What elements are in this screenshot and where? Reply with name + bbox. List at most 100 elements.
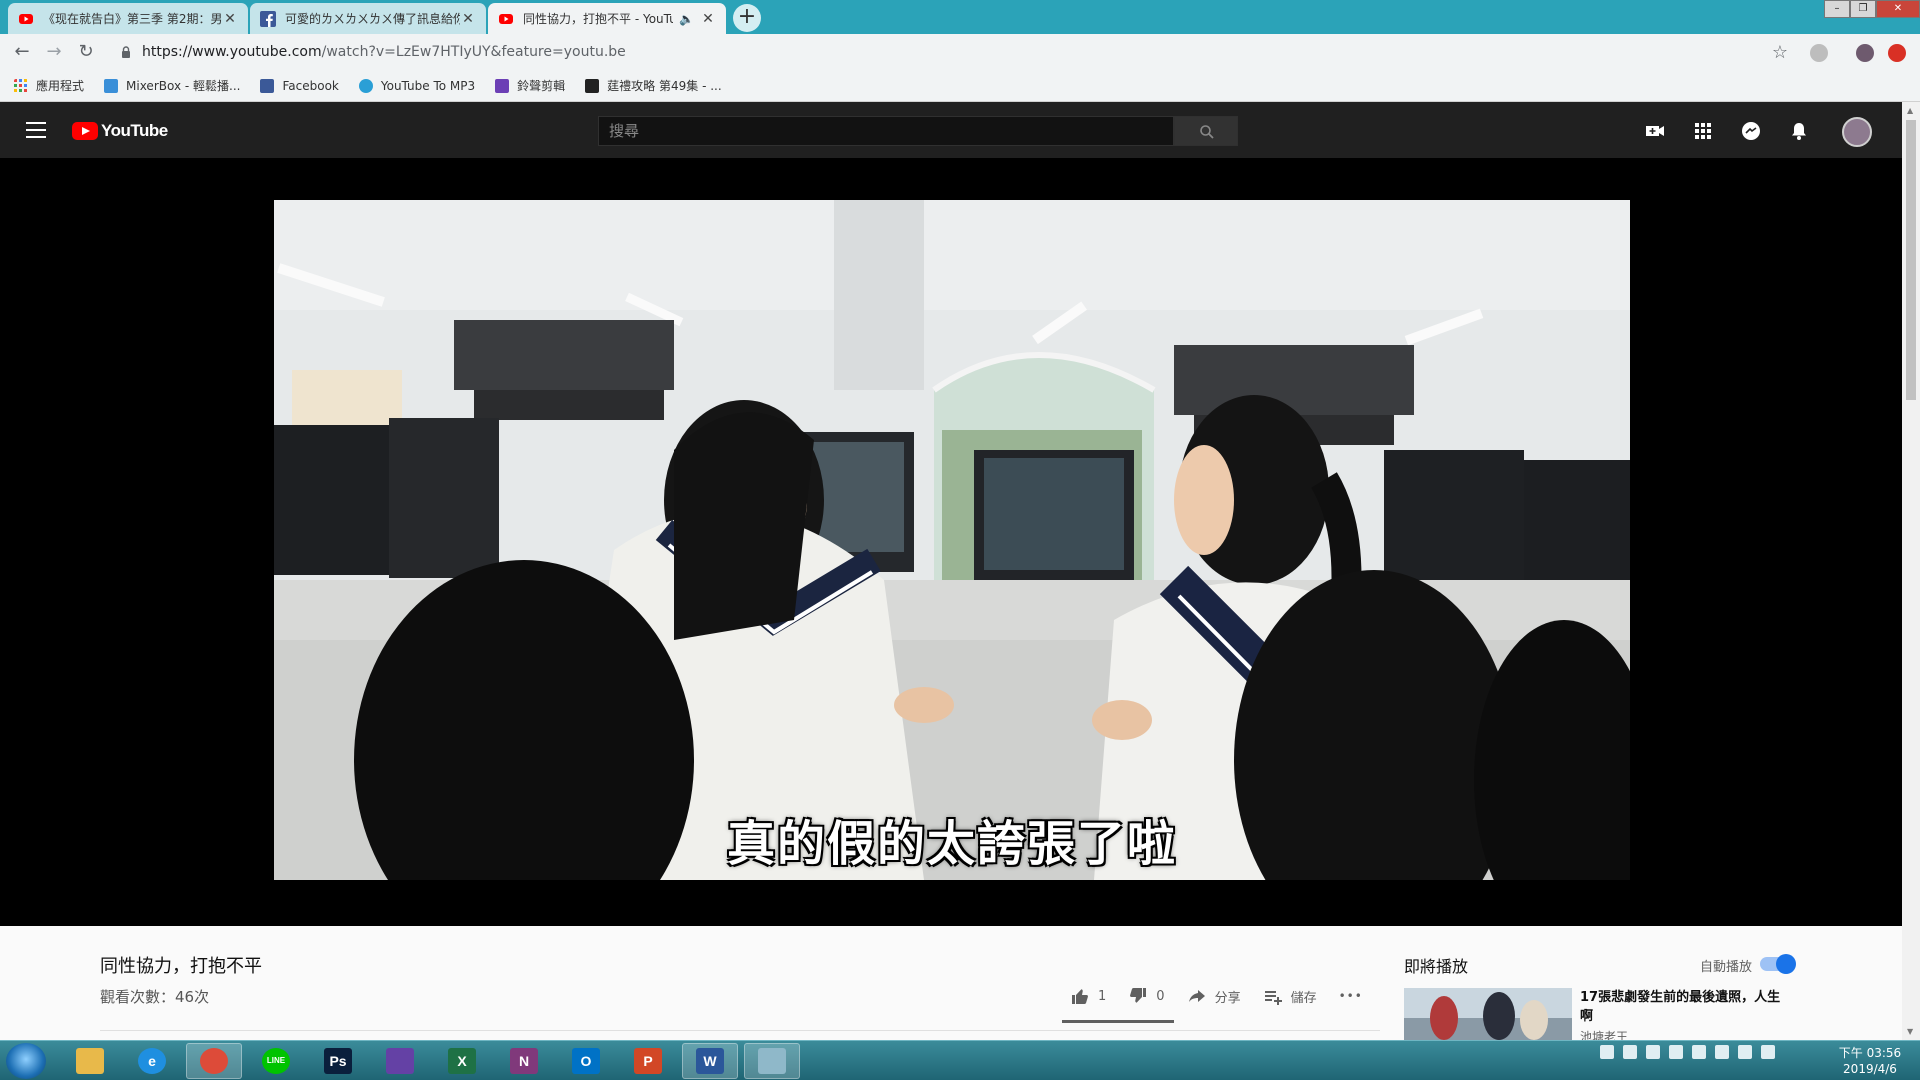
scroll-down-arrow-icon[interactable]: ▼: [1907, 1027, 1913, 1036]
minimize-button[interactable]: –: [1824, 0, 1850, 18]
clock[interactable]: 下午 03:56 2019/4/6: [1830, 1045, 1910, 1077]
create-video-icon[interactable]: [1644, 120, 1666, 142]
windows-taskbar: e LINE Ps X N O P W 下午 03:56 2019/4/6: [0, 1040, 1920, 1080]
messages-icon[interactable]: [1740, 120, 1762, 142]
photoshop-icon: Ps: [324, 1048, 352, 1074]
reload-icon[interactable]: ↻: [74, 40, 98, 64]
tab-title: 《现在就告白》第三季 第2期：男...: [43, 12, 222, 26]
taskbar-photoshop-button[interactable]: Ps: [310, 1043, 366, 1079]
onenote-icon: N: [510, 1048, 538, 1074]
url-text: https://www.youtube.com/watch?v=LzEw7HTI…: [142, 44, 626, 60]
speaker-icon[interactable]: 🔈: [679, 12, 694, 26]
more-icon: •••: [1338, 989, 1363, 1003]
taskbar-powerpoint-button[interactable]: P: [620, 1043, 676, 1079]
save-button[interactable]: 儲存: [1263, 986, 1317, 1006]
taskbar-ie-button[interactable]: e: [124, 1043, 180, 1079]
close-tab-icon[interactable]: ✕: [460, 11, 476, 27]
network-icon[interactable]: [1761, 1045, 1775, 1059]
taskbar-app-button[interactable]: [744, 1043, 800, 1079]
share-label: 分享: [1214, 990, 1241, 1006]
recommended-thumbnail[interactable]: [1404, 988, 1572, 1040]
taskbar-chrome-button[interactable]: [186, 1043, 242, 1079]
line-icon: LINE: [262, 1048, 290, 1074]
internet-explorer-icon: e: [138, 1048, 166, 1074]
bookmark-facebook[interactable]: Facebook: [260, 78, 339, 93]
recommended-title[interactable]: 17張悲劇發生前的最後遺照，人生啊: [1580, 988, 1790, 1026]
browser-tab-2[interactable]: 可愛的ㄌㄨㄌㄨㄌㄨ傳了訊息給你... ✕: [250, 3, 486, 34]
ringtone-icon: [495, 78, 510, 93]
tray-icon[interactable]: [1669, 1045, 1683, 1059]
profile-icon[interactable]: [1856, 44, 1874, 62]
dislike-button[interactable]: 0: [1128, 986, 1165, 1006]
thumbs-up-icon: [1072, 989, 1088, 1004]
flag-icon[interactable]: [1738, 1045, 1752, 1059]
folder-icon: [76, 1048, 104, 1074]
bookmark-label: 莛禮攻略 第49集 - ...: [607, 79, 722, 93]
search-input[interactable]: 搜尋: [598, 116, 1174, 146]
youtube-header: YouTube 搜尋: [0, 102, 1902, 158]
scroll-up-arrow-icon[interactable]: ▲: [1907, 106, 1913, 115]
tab-title: 同性協力，打抱不平 - YouTu: [523, 12, 674, 26]
menu-icon[interactable]: [26, 122, 46, 138]
bookmark-label: 應用程式: [36, 79, 85, 93]
close-tab-icon[interactable]: ✕: [700, 11, 716, 27]
browser-tab-1[interactable]: 《现在就告白》第三季 第2期：男... ✕: [8, 3, 248, 34]
search-icon: [1200, 125, 1214, 139]
bookmark-label: 鈴聲剪輯: [517, 79, 566, 93]
taskbar-excel-button[interactable]: X: [434, 1043, 490, 1079]
video-actions: 1 0 分享 儲存 •••: [1070, 986, 1385, 1006]
avatar[interactable]: [1842, 117, 1872, 147]
autoplay-toggle[interactable]: [1760, 954, 1796, 974]
bookmark-star-icon[interactable]: ☆: [1772, 42, 1788, 63]
back-arrow-icon[interactable]: ←: [10, 40, 34, 64]
more-actions-button[interactable]: •••: [1339, 989, 1363, 1003]
taskbar-explorer-button[interactable]: [62, 1043, 118, 1079]
divider: [100, 1030, 1380, 1031]
adblock-icon[interactable]: [1888, 44, 1906, 62]
like-button[interactable]: 1: [1070, 986, 1106, 1006]
start-button[interactable]: [6, 1043, 46, 1079]
address-bar[interactable]: https://www.youtube.com/watch?v=LzEw7HTI…: [108, 38, 1798, 66]
bookmark-apps[interactable]: 應用程式: [14, 77, 84, 94]
notifications-bell-icon[interactable]: [1788, 120, 1810, 142]
page-scrollbar[interactable]: ▲ ▼: [1902, 102, 1920, 1040]
youtube-icon: [499, 13, 513, 24]
tab-strip: 《现在就告白》第三季 第2期：男... ✕ 可愛的ㄌㄨㄌㄨㄌㄨ傳了訊息給你...…: [0, 0, 1920, 34]
autoplay-label: 自動播放: [1700, 960, 1753, 975]
share-button[interactable]: 分享: [1187, 986, 1241, 1006]
youtube-logo[interactable]: YouTube: [72, 121, 168, 141]
bookmark-youtube-to-mp3[interactable]: YouTube To MP3: [358, 78, 475, 93]
url-path: /watch?v=LzEw7HTIyUY&feature=youtu.be: [321, 44, 626, 60]
help-icon[interactable]: [1692, 1045, 1706, 1059]
speaker-icon[interactable]: [1715, 1045, 1729, 1059]
taskbar-word-button[interactable]: W: [682, 1043, 738, 1079]
maximize-button[interactable]: ❐: [1850, 0, 1876, 18]
apps-icon[interactable]: [1692, 120, 1714, 142]
ime-icon[interactable]: [1623, 1045, 1637, 1059]
scrollbar-thumb[interactable]: [1906, 120, 1916, 400]
taskbar-outlook-button[interactable]: O: [558, 1043, 614, 1079]
video-player[interactable]: 真的假的太誇張了啦: [0, 158, 1902, 926]
extension-icon[interactable]: [1810, 44, 1828, 62]
close-tab-icon[interactable]: ✕: [222, 11, 238, 27]
bookmark-ringtone[interactable]: 鈴聲剪輯: [495, 77, 565, 94]
video-frame[interactable]: 真的假的太誇張了啦: [274, 200, 1630, 880]
window-close-button[interactable]: ✕: [1876, 0, 1920, 18]
forward-arrow-icon[interactable]: →: [42, 40, 66, 64]
taskbar-onenote-button[interactable]: N: [496, 1043, 552, 1079]
browser-toolbar: ← → ↻ https://www.youtube.com/watch?v=Lz…: [0, 34, 1920, 70]
tray-icon[interactable]: [1646, 1045, 1660, 1059]
new-tab-button[interactable]: +: [733, 4, 761, 32]
taskbar-line-button[interactable]: LINE: [248, 1043, 304, 1079]
like-ratio-bar: [1062, 1020, 1174, 1023]
search-button[interactable]: [1174, 116, 1238, 146]
browser-tab-3[interactable]: 同性協力，打抱不平 - YouTu 🔈 ✕: [488, 3, 726, 34]
like-ratio-fill: [1062, 1020, 1174, 1023]
bookmark-video[interactable]: 莛禮攻略 第49集 - ...: [585, 77, 722, 94]
url-host: https://www.youtube.com: [142, 44, 322, 60]
video-info-section: 同性協力，打抱不平 觀看次數：46次 1 0 分享 儲存 ••• 即將播放 自動…: [0, 926, 1902, 1044]
bookmark-mixerbox[interactable]: MixerBox - 輕鬆播...: [104, 77, 240, 94]
tray-icon[interactable]: [1600, 1045, 1614, 1059]
video-icon: [585, 78, 600, 93]
taskbar-twitch-button[interactable]: [372, 1043, 428, 1079]
